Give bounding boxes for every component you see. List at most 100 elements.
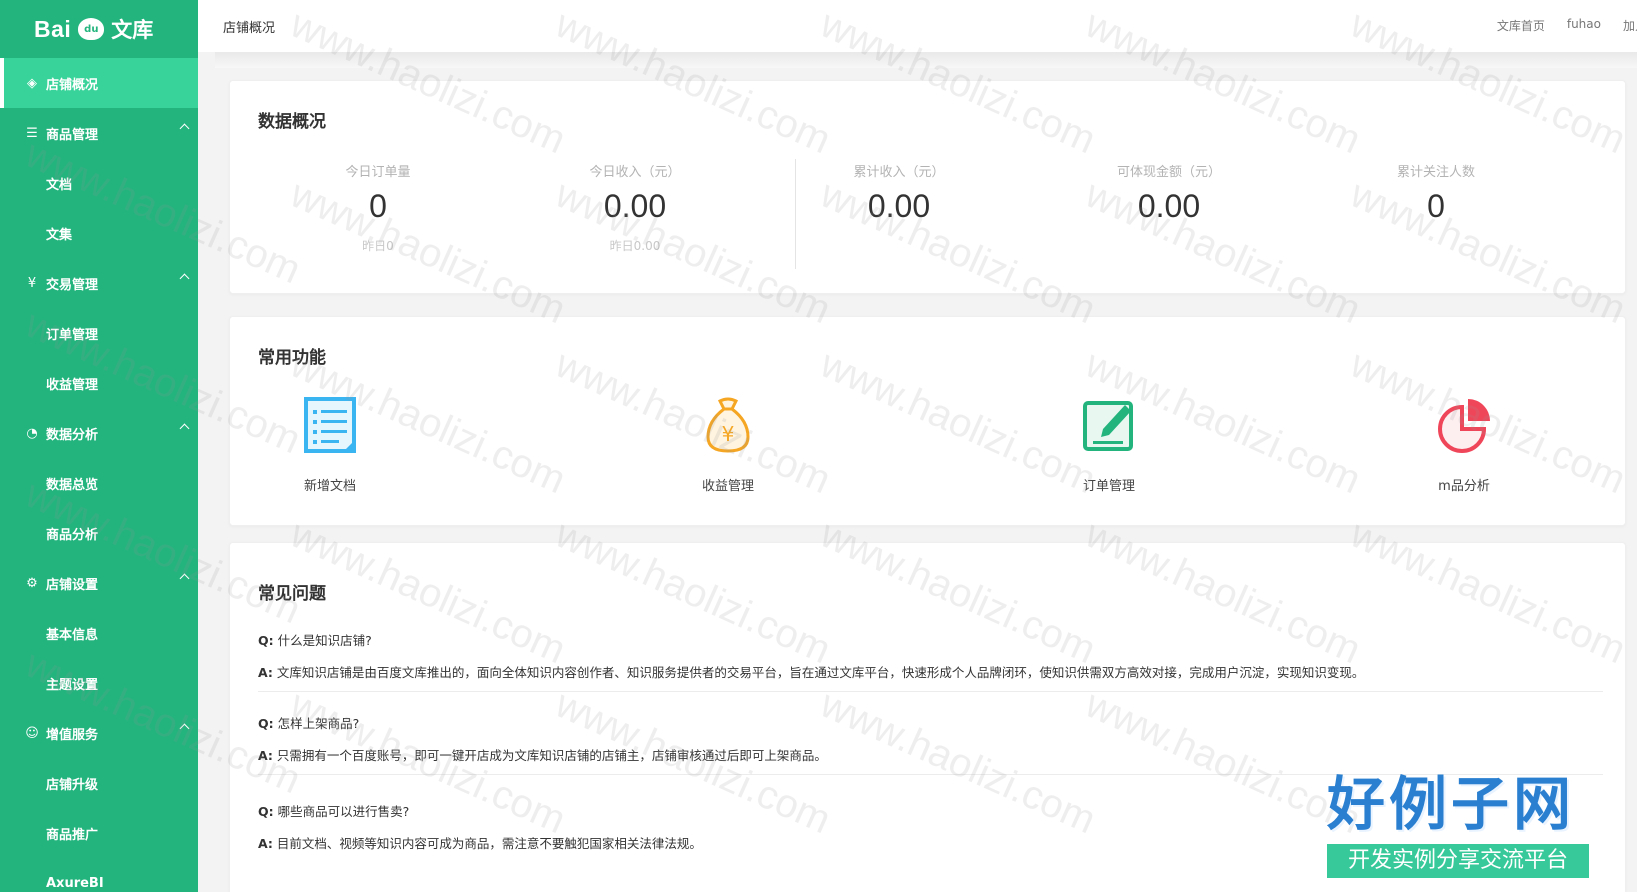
question-tag: Q: bbox=[258, 804, 274, 819]
stats-divider bbox=[795, 159, 796, 269]
question-text: 怎样上架商品? bbox=[277, 716, 360, 731]
logo-mark-left: Bai bbox=[34, 15, 72, 42]
question-tag: Q: bbox=[258, 716, 274, 731]
sidebar-item-product-promotion[interactable]: 商品推广 bbox=[0, 808, 198, 858]
chevron-up-icon bbox=[179, 123, 190, 134]
topbar: 店铺概况 文库首页 fuhao 加入 bbox=[198, 0, 1637, 52]
faq-answer: A: 只需拥有一个百度账号，即可一键开店成为文库知识店铺的店铺主，店铺审核通过后即… bbox=[258, 746, 1603, 775]
svg-text:¥: ¥ bbox=[722, 422, 735, 446]
faq-answer: A: 目前文档、视频等知识内容可成为商品，需注意不要触犯国家相关法律法规。 bbox=[258, 834, 1603, 862]
sidebar-item-shop-settings[interactable]: ⚙ 店铺设置 bbox=[0, 558, 198, 608]
gear-icon: ⚙ bbox=[26, 575, 38, 591]
stat-label: 今日收入（元） bbox=[589, 165, 681, 180]
stat-label: 可体现金额（元） bbox=[1116, 165, 1221, 180]
sidebar-item-label: 商品管理 bbox=[46, 127, 99, 143]
common-functions-card: 常用功能 新增文档 ¥ 收益管理 订单管理 m品分析 bbox=[229, 316, 1626, 526]
sidebar-nav: ◈ 店铺概况 ☰ 商品管理 文档 文集 ¥ 交易管理 订单管理 收益管理 ◔ 数… bbox=[0, 58, 198, 892]
answer-text: 目前文档、视频等知识内容可成为商品，需注意不要触犯国家相关法律法规。 bbox=[276, 836, 702, 851]
data-overview-title: 数据概况 bbox=[258, 112, 326, 132]
add-document-shortcut[interactable]: 新增文档 bbox=[270, 395, 390, 494]
faq-question: Q: 什么是知识店铺? bbox=[258, 631, 1603, 651]
stat-total-followers: 累计关注人数 0 bbox=[1336, 161, 1536, 225]
sidebar-item-orders[interactable]: 订单管理 bbox=[0, 308, 198, 358]
topbar-links: 文库首页 fuhao 加入 bbox=[1497, 17, 1637, 34]
faq-answer: A: 文库知识店铺是由百度文库推出的，面向全体知识内容创作者、知识服务提供者的交易… bbox=[258, 663, 1603, 692]
sidebar-item-label: 主题设置 bbox=[46, 677, 99, 693]
answer-text: 只需拥有一个百度账号，即可一键开店成为文库知识店铺的店铺主，店铺审核通过后即可上… bbox=[276, 748, 827, 763]
yen-circle-icon: ¥ bbox=[27, 275, 37, 291]
sidebar-item-earnings[interactable]: 收益管理 bbox=[0, 358, 198, 408]
pie-chart-icon bbox=[1438, 399, 1490, 453]
sidebar-item-shop-upgrade[interactable]: 店铺升级 bbox=[0, 758, 198, 808]
sidebar-item-label: 交易管理 bbox=[46, 277, 99, 293]
topbar-divider bbox=[215, 52, 1637, 68]
layers-icon: ◈ bbox=[27, 75, 37, 91]
sidebar-item-trade-management[interactable]: ¥ 交易管理 bbox=[0, 258, 198, 308]
sidebar-item-documents[interactable]: 文档 bbox=[0, 158, 198, 208]
list-icon: ☰ bbox=[26, 125, 38, 141]
faq-question: Q: 怎样上架商品? bbox=[258, 714, 1603, 734]
earnings-management-shortcut[interactable]: ¥ 收益管理 bbox=[668, 395, 788, 494]
sidebar-item-data-overview[interactable]: 数据总览 bbox=[0, 458, 198, 508]
chevron-up-icon bbox=[179, 273, 190, 284]
chevron-up-icon bbox=[179, 723, 190, 734]
stat-value: 0 bbox=[1427, 188, 1445, 224]
logo-cn: 文库 bbox=[111, 18, 154, 42]
sidebar: Bai du 文库 ◈ 店铺概况 ☰ 商品管理 文档 文集 ¥ 交易管理 订单管… bbox=[0, 0, 198, 892]
faq-item: Q: 什么是知识店铺? A: 文库知识店铺是由百度文库推出的，面向全体知识内容创作者… bbox=[258, 631, 1603, 692]
sidebar-item-value-added[interactable]: ☺ 增值服务 bbox=[0, 708, 198, 758]
sidebar-item-axurebi[interactable]: AxureBI bbox=[0, 858, 198, 892]
baidu-wenku-logo[interactable]: Bai du 文库 bbox=[0, 0, 198, 58]
service-icon: ☺ bbox=[25, 725, 39, 741]
join-link[interactable]: 加入 bbox=[1623, 17, 1637, 34]
sidebar-item-theme-settings[interactable]: 主题设置 bbox=[0, 658, 198, 708]
order-management-shortcut[interactable]: 订单管理 bbox=[1049, 395, 1169, 494]
sidebar-item-product-management[interactable]: ☰ 商品管理 bbox=[0, 108, 198, 158]
stat-today-orders: 今日订单量 0 昨日0 bbox=[278, 161, 478, 254]
faq-card: 常见问题 Q: 什么是知识店铺? A: 文库知识店铺是由百度文库推出的，面向全体知识… bbox=[229, 542, 1626, 892]
wenku-home-link[interactable]: 文库首页 bbox=[1497, 17, 1545, 34]
sidebar-item-label: 基本信息 bbox=[46, 627, 99, 643]
sidebar-item-label: 商品推广 bbox=[46, 827, 99, 843]
stat-total-income: 累计收入（元） 0.00 bbox=[799, 161, 999, 225]
page-title: 店铺概况 bbox=[223, 20, 276, 36]
stat-label: 累计收入（元） bbox=[853, 165, 945, 180]
function-label: m品分析 bbox=[1438, 479, 1490, 494]
sidebar-item-label: 订单管理 bbox=[46, 327, 99, 343]
answer-tag: A: bbox=[258, 748, 273, 763]
sidebar-item-label: 商品分析 bbox=[46, 527, 99, 543]
stat-value: 0 bbox=[369, 188, 387, 224]
faq-title: 常见问题 bbox=[258, 584, 326, 604]
stat-label: 今日订单量 bbox=[345, 165, 411, 180]
chevron-up-icon bbox=[179, 573, 190, 584]
user-name-link[interactable]: fuhao bbox=[1567, 17, 1601, 34]
data-overview-card: 数据概况 今日订单量 0 昨日0 今日收入（元） 0.00 昨日0.00 累计收… bbox=[229, 80, 1626, 294]
sidebar-item-label: 店铺概况 bbox=[46, 77, 99, 93]
stat-label: 累计关注人数 bbox=[1396, 165, 1475, 180]
sidebar-item-data-analysis[interactable]: ◔ 数据分析 bbox=[0, 408, 198, 458]
product-analysis-shortcut[interactable]: m品分析 bbox=[1404, 395, 1524, 494]
stat-value: 0.00 bbox=[867, 188, 931, 224]
sidebar-item-label: 店铺升级 bbox=[46, 777, 99, 793]
stat-withdrawable: 可体现金额（元） 0.00 bbox=[1069, 161, 1269, 225]
sidebar-item-label: 数据总览 bbox=[46, 477, 99, 493]
question-text: 哪些商品可以进行售卖? bbox=[277, 804, 410, 819]
sidebar-item-label: AxureBI bbox=[46, 875, 104, 891]
function-label: 新增文档 bbox=[303, 479, 356, 494]
function-label: 收益管理 bbox=[701, 479, 754, 494]
faq-question: Q: 哪些商品可以进行售卖? bbox=[258, 802, 1603, 822]
stat-today-income: 今日收入（元） 0.00 昨日0.00 bbox=[535, 161, 735, 254]
function-label: 订单管理 bbox=[1082, 479, 1135, 494]
common-functions-title: 常用功能 bbox=[258, 348, 326, 368]
faq-item: Q: 哪些商品可以进行售卖? A: 目前文档、视频等知识内容可成为商品，需注意不要触… bbox=[258, 802, 1603, 862]
stat-value: 0.00 bbox=[603, 188, 667, 224]
sidebar-item-label: 文档 bbox=[46, 177, 73, 193]
sidebar-item-product-analysis[interactable]: 商品分析 bbox=[0, 508, 198, 558]
stat-value: 0.00 bbox=[1137, 188, 1201, 224]
sidebar-item-collections[interactable]: 文集 bbox=[0, 208, 198, 258]
sidebar-item-label: 数据分析 bbox=[46, 427, 99, 443]
answer-tag: A: bbox=[258, 665, 273, 680]
sidebar-item-basic-info[interactable]: 基本信息 bbox=[0, 608, 198, 658]
sidebar-item-shop-overview[interactable]: ◈ 店铺概况 bbox=[0, 58, 198, 108]
stat-sub: 昨日0.00 bbox=[609, 239, 661, 253]
